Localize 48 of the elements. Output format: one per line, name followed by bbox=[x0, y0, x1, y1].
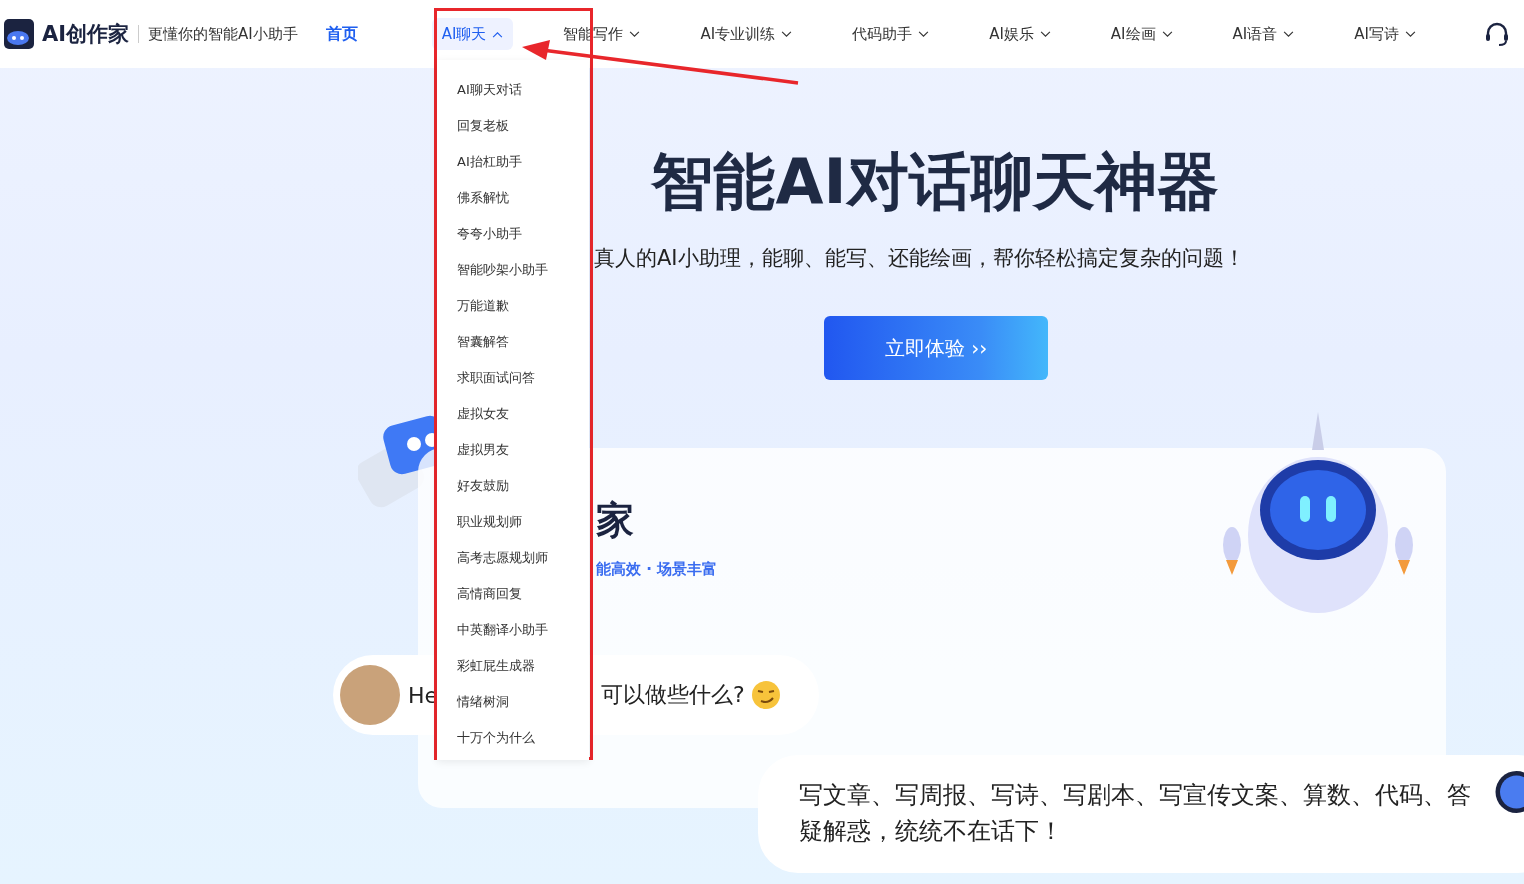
nav-tab[interactable]: AI绘画 bbox=[1100, 18, 1183, 50]
message-text: 可以做些什么? bbox=[601, 681, 745, 709]
menu-item[interactable]: 佛系解忧 bbox=[437, 180, 589, 216]
menu-item[interactable]: 十万个为什么 bbox=[437, 720, 589, 756]
chevron-icon bbox=[781, 30, 793, 38]
chevron-icon bbox=[918, 30, 930, 38]
message-text: 写文章、写周报、写诗、写剧本、写宣传文案、算数、代码、答疑解惑，统统不在话下！ bbox=[799, 780, 1472, 847]
menu-item[interactable]: 高考志愿规划师 bbox=[437, 540, 589, 576]
menu-item[interactable]: 职业规划师 bbox=[437, 504, 589, 540]
nav-tab[interactable]: AI聊天 bbox=[431, 18, 514, 50]
hero-subtitle: 真人的AI小助理，能聊、能写、还能绘画，帮你轻松搞定复杂的问题！ bbox=[594, 245, 1246, 272]
robot-logo-icon bbox=[4, 19, 34, 49]
menu-item[interactable]: AI聊天对话 bbox=[437, 72, 589, 108]
menu-item[interactable]: 万能道歉 bbox=[437, 288, 589, 324]
menu-item[interactable]: 智囊解答 bbox=[437, 324, 589, 360]
nav-tab[interactable]: AI娱乐 bbox=[979, 18, 1061, 50]
nav-tab[interactable]: AI写诗 bbox=[1344, 18, 1426, 50]
nav-tab[interactable]: 代码助手 bbox=[842, 18, 940, 50]
card-tags: 能高效 · 场景丰富 bbox=[596, 560, 1446, 579]
menu-item[interactable]: 高情商回复 bbox=[437, 576, 589, 612]
nav-tab[interactable]: AI专业训练 bbox=[690, 18, 803, 50]
headset-icon[interactable] bbox=[1484, 21, 1510, 47]
chevron-icon bbox=[492, 30, 504, 38]
hero-title: 智能AI对话聊天神器 bbox=[651, 144, 1219, 220]
home-link[interactable]: 首页 bbox=[325, 23, 358, 45]
tagline: 更懂你的智能AI小助手 bbox=[148, 24, 298, 44]
menu-item[interactable]: 智能吵架小助手 bbox=[437, 252, 589, 288]
try-now-button[interactable]: 立即体验 ›› bbox=[824, 316, 1048, 380]
menu-item[interactable]: 虚拟男友 bbox=[437, 432, 589, 468]
menu-item[interactable]: 情绪树洞 bbox=[437, 684, 589, 720]
menu-item[interactable]: 夸夸小助手 bbox=[437, 216, 589, 252]
menu-item[interactable]: 好友鼓励 bbox=[437, 468, 589, 504]
chevron-icon bbox=[629, 30, 641, 38]
menu-item[interactable]: 虚拟女友 bbox=[437, 396, 589, 432]
card-title: 家 bbox=[596, 498, 635, 542]
chevron-icon bbox=[1404, 30, 1416, 38]
chevron-icon bbox=[1161, 30, 1173, 38]
menu-item[interactable]: 中英翻译小助手 bbox=[437, 612, 589, 648]
smirk-emoji-icon bbox=[750, 680, 781, 710]
menu-item[interactable]: AI抬杠助手 bbox=[437, 144, 589, 180]
avatar-placeholder bbox=[340, 665, 400, 725]
chevron-icon bbox=[1039, 30, 1051, 38]
nav-tab[interactable]: AI语音 bbox=[1222, 18, 1305, 50]
menu-item[interactable]: 回复老板 bbox=[437, 108, 589, 144]
brand-name: AI创作家 bbox=[42, 21, 130, 48]
menu-item[interactable]: 求职面试问答 bbox=[437, 360, 589, 396]
menu-item[interactable]: 彩虹屁生成器 bbox=[437, 648, 589, 684]
chevron-icon bbox=[1283, 30, 1295, 38]
